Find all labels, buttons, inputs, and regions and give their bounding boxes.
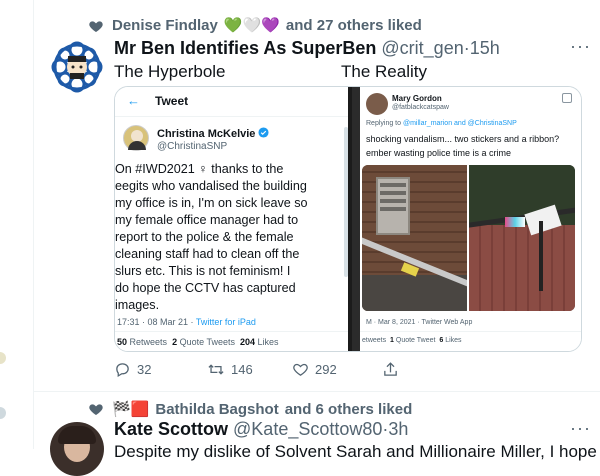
screenshot-reply-author: Mary Gordon [392, 94, 442, 103]
social-context[interactable]: Denise Findlay 💚🤍💜 and 27 others liked [112, 16, 422, 35]
back-arrow-icon: ← [127, 93, 140, 108]
share-icon [384, 361, 397, 376]
more-icon[interactable]: ··· [570, 36, 591, 57]
flag-emojis: 🏁🟥 [112, 401, 150, 418]
screenshot-tweet-body: On #IWD2021 ♀ thanks to the eegits who v… [115, 161, 350, 314]
heart-icon [89, 21, 103, 32]
author-name[interactable]: Mr Ben Identifies As SuperBen [114, 38, 376, 58]
screenshot-line: slurs etc. This is not feminism! I [115, 264, 291, 278]
screenshot-meta-source: Twitter for iPad [195, 317, 256, 327]
screenshot-tweet-right: Mary Gordon @fatblackcatspaw Replying to… [352, 87, 581, 351]
social-context[interactable]: 🏁🟥 Bathilda Bagshot and 6 others liked [112, 400, 413, 419]
reply-count: 32 [137, 361, 152, 377]
retweet-count: 146 [231, 361, 253, 377]
tweet-card[interactable]: 🏁🟥 Bathilda Bagshot and 6 others liked K… [34, 392, 600, 476]
screenshot-reply-avatar [366, 93, 388, 115]
screenshot-line: report to the police & the female [115, 230, 294, 244]
reply-likes-num: 6 [439, 337, 444, 344]
tweet-time[interactable]: 15h [470, 38, 500, 58]
reply-likes-label: Likes [445, 337, 462, 344]
screenshot-header: ← Tweet [115, 87, 350, 117]
liker-name[interactable]: Denise Findlay [112, 17, 218, 34]
reply-icon [116, 362, 129, 377]
tweet-text-left: The Hyperbole [114, 62, 226, 81]
reply-quotes-num: 1 [390, 337, 394, 344]
avatar-knot-image [51, 41, 103, 93]
screenshot-stats: 50 Retweets 2 Quote Tweets 204 Likes [117, 337, 279, 347]
screenshot-likes-num: 204 [240, 337, 256, 347]
reply-prefix: Replying to [366, 120, 403, 127]
heart-emojis: 💚🤍💜 [223, 17, 280, 34]
screenshot-line: do hope the CCTV has captured [115, 281, 296, 295]
author-handle[interactable]: @Kate_Scottow80 [233, 419, 382, 439]
screenshot-author-line: Christina McKelvie [157, 127, 270, 140]
social-context-tail: and 27 others liked [285, 16, 422, 34]
screenshot-line: my office is in, I'm on sick leave so [115, 196, 308, 210]
screenshot-author-name: Christina McKelvie [157, 128, 256, 140]
screenshot-retweets-label: Retweets [129, 337, 168, 347]
screenshot-reply-line2: ember wasting police time is a crime [366, 148, 512, 158]
timeline-frame: Denise Findlay 💚🤍💜 and 27 others liked M… [0, 0, 600, 476]
screenshot-line: eegits who vandalised the building [115, 179, 307, 193]
reply-button[interactable]: 32 [114, 361, 151, 378]
screenshot-meta-time: 17:31 · 08 Mar 21 · [117, 317, 196, 327]
screenshot-line: cleaning staff had to clean off the [115, 247, 300, 261]
avatar[interactable] [50, 422, 104, 476]
retweet-button[interactable]: 146 [207, 361, 253, 378]
author-handle[interactable]: @crit_gen [381, 38, 463, 58]
screenshot-reply-stats: etweets 1 Quote Tweet 6 Likes [362, 337, 462, 344]
verified-icon [258, 127, 270, 138]
social-context-tail: and 6 others liked [284, 400, 413, 418]
screenshot-meta: 17:31 · 08 Mar 21 · Twitter for iPad [117, 317, 256, 327]
screenshot-line: On #IWD2021 ♀ thanks to the [115, 162, 284, 176]
reply-retweets-label: etweets [362, 337, 387, 344]
screenshot-quotes-num: 2 [172, 337, 178, 347]
screenshot-line: my female office manager had to [115, 213, 299, 227]
left-sidebar-edge [0, 0, 34, 449]
tweet-time[interactable]: 3h [388, 419, 408, 439]
screenshot-reply-line1: shocking vandalism... two stickers and a… [366, 134, 560, 144]
sidebar-item-fragment[interactable] [0, 407, 6, 419]
more-icon[interactable]: ··· [570, 418, 591, 439]
screenshot-chevron-icon [562, 93, 572, 103]
retweet-icon [208, 363, 224, 375]
screenshot-author-avatar [123, 125, 149, 151]
sidebar-avatar-fragment[interactable] [0, 352, 6, 364]
screenshot-line: images. [115, 298, 160, 312]
avatar[interactable] [50, 40, 104, 94]
share-button[interactable] [382, 361, 399, 378]
reply-mentions: @millar_marion and @ChristinaSNP [402, 120, 517, 127]
reply-photo-door [362, 165, 467, 311]
tweet-header: Kate Scottow @Kate_Scottow80·3h [114, 419, 408, 440]
screenshot-reply-handle: @fatblackcatspaw [392, 104, 449, 111]
heart-icon [89, 404, 103, 415]
tweet-header: Mr Ben Identifies As SuperBen @crit_gen·… [114, 38, 500, 59]
tweet-text-right: The Reality [341, 62, 427, 81]
like-count: 292 [315, 361, 337, 377]
screenshot-likes-label: Likes [257, 337, 279, 347]
screenshot-header-title: Tweet [155, 94, 189, 108]
liker-name[interactable]: Bathilda Bagshot [155, 401, 278, 418]
reply-quotes-label: Quote Tweet [395, 337, 436, 344]
timeline-feed: Denise Findlay 💚🤍💜 and 27 others liked M… [34, 0, 600, 476]
screenshot-reply-context: Replying to @millar_marion and @Christin… [366, 120, 517, 127]
screenshot-tweet-left: ← Tweet Christina McKelvie @ChristinaSNP… [115, 87, 350, 351]
tweet-action-bar: 32 146 292 [114, 358, 444, 380]
screenshot-quotes-label: Quote Tweets [179, 337, 235, 347]
screenshot-reply-meta: M · Mar 8, 2021 · Twitter Web App [366, 319, 473, 326]
tweet-media-collage[interactable]: ← Tweet Christina McKelvie @ChristinaSNP… [114, 86, 582, 352]
like-button[interactable]: 292 [292, 361, 337, 378]
screenshot-retweets-num: 50 [117, 337, 128, 347]
screenshot-author-handle: @ChristinaSNP [157, 141, 228, 152]
tweet-text: Despite my dislike of Solvent Sarah and … [114, 442, 600, 461]
author-name[interactable]: Kate Scottow [114, 419, 228, 439]
tweet-card[interactable]: Denise Findlay 💚🤍💜 and 27 others liked M… [34, 0, 600, 392]
reply-photo-railing [469, 165, 575, 311]
like-icon [293, 363, 308, 376]
